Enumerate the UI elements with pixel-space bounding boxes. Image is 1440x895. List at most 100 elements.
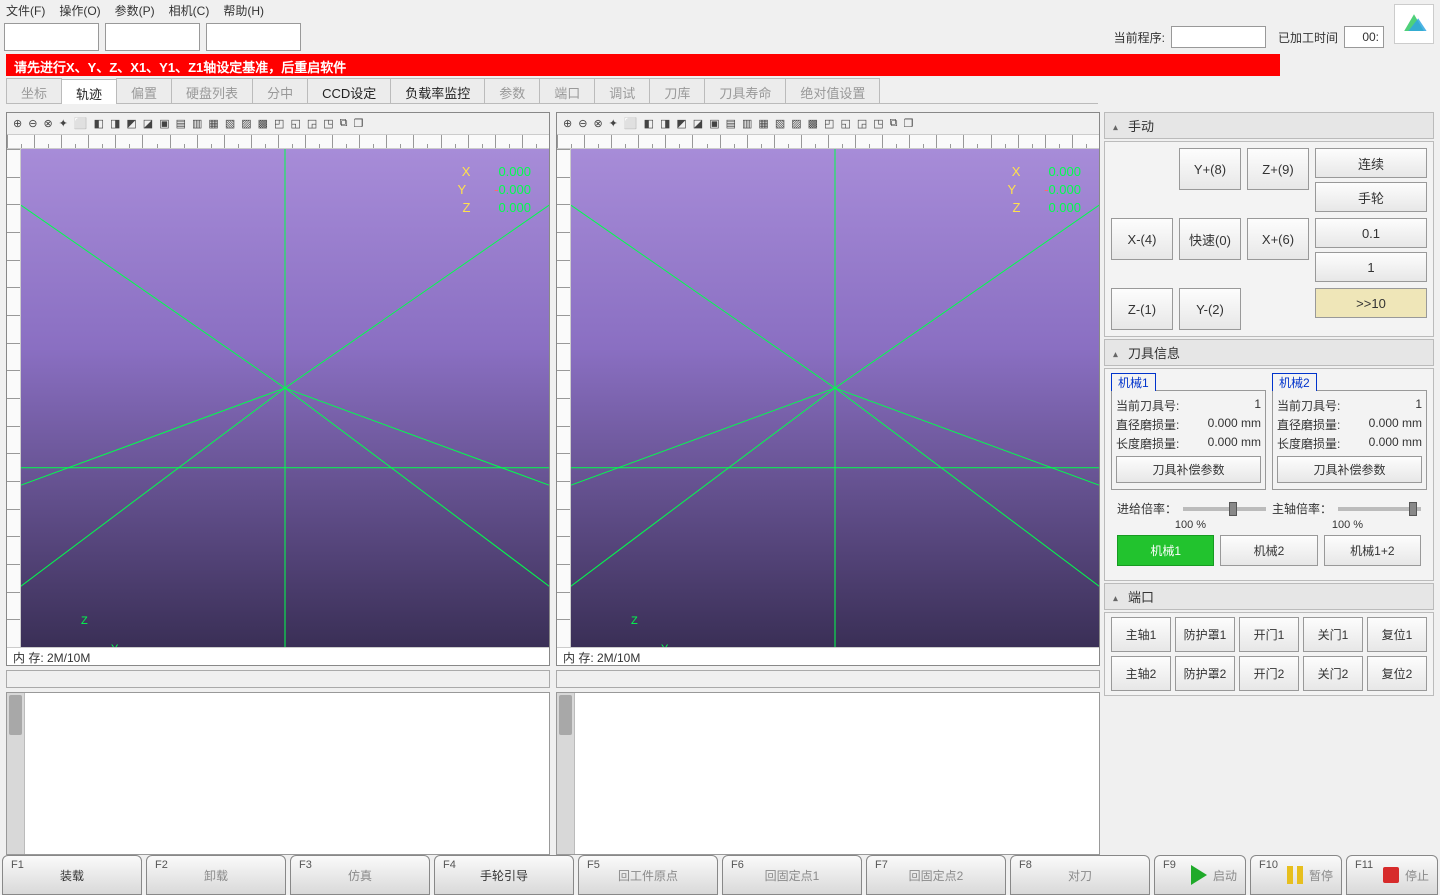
tab-load[interactable]: 负载率监控 — [390, 78, 485, 103]
viewport-1-toolbar[interactable]: ⊕⊖⊗✦⬜◧◨◩◪▣▤▥▦▧▨▩◰◱◲◳⧉❐ — [7, 113, 549, 135]
vp-tool-icon[interactable]: ◨ — [110, 117, 120, 130]
vp-tool-icon[interactable]: ❐ — [904, 117, 914, 130]
jog-step-1[interactable]: 1 — [1315, 252, 1427, 282]
jog-mode-handwheel[interactable]: 手轮 — [1315, 182, 1427, 212]
menu-help[interactable]: 帮助(H) — [223, 2, 264, 19]
fkey-f11-stop[interactable]: F11停止 — [1346, 855, 1438, 895]
machine-1-2-button[interactable]: 机械1+2 — [1324, 535, 1421, 566]
log-pane-1[interactable] — [6, 692, 550, 855]
fkey-f5-workorigin[interactable]: F5回工件原点 — [578, 855, 718, 895]
manual-panel-header[interactable]: 手动 — [1104, 112, 1434, 139]
scrollbar[interactable] — [7, 693, 25, 854]
fkey-f10-pause[interactable]: F10暂停 — [1250, 855, 1342, 895]
jog-mode-continuous[interactable]: 连续 — [1315, 148, 1427, 178]
port-spindle-1[interactable]: 主轴1 — [1111, 617, 1171, 652]
fkey-f6-fixed1[interactable]: F6回固定点1 — [722, 855, 862, 895]
vp-tool-icon[interactable]: ◧ — [94, 117, 104, 130]
jog-x-plus[interactable]: X+(6) — [1247, 218, 1309, 260]
fkey-f2-unload[interactable]: F2卸载 — [146, 855, 286, 895]
machine-2-button[interactable]: 机械2 — [1220, 535, 1317, 566]
jog-y-plus[interactable]: Y+(8) — [1179, 148, 1241, 190]
vp-tool-icon[interactable]: ◱ — [290, 117, 300, 130]
tab-disk[interactable]: 硬盘列表 — [171, 78, 253, 103]
scrollbar[interactable] — [557, 693, 575, 854]
vp-tool-icon[interactable]: ◩ — [126, 117, 136, 130]
tab-port[interactable]: 端口 — [539, 78, 595, 103]
jog-rapid[interactable]: 快速(0) — [1179, 218, 1241, 260]
port-spindle-2[interactable]: 主轴2 — [1111, 656, 1171, 691]
vp-tool-icon[interactable]: ⧉ — [340, 117, 348, 130]
port-guard-1[interactable]: 防护罩1 — [1175, 617, 1235, 652]
vp-tool-icon[interactable]: ✦ — [59, 117, 68, 130]
fkey-f3-sim[interactable]: F3仿真 — [290, 855, 430, 895]
viewport-2-canvas[interactable]: X0.000 Y-0.000 Z0.000 — [571, 149, 1099, 647]
fkey-f4-handwheel[interactable]: F4手轮引导 — [434, 855, 574, 895]
vp-tool-icon[interactable]: ⧉ — [890, 117, 898, 130]
vp-tool-icon[interactable]: ▦ — [208, 117, 218, 130]
port-close-1[interactable]: 关门1 — [1303, 617, 1363, 652]
port-open-1[interactable]: 开门1 — [1239, 617, 1299, 652]
top-input-1[interactable] — [4, 23, 99, 51]
vp-tool-icon[interactable]: ◩ — [676, 117, 686, 130]
vp-tool-icon[interactable]: ▤ — [726, 117, 736, 130]
tab-center[interactable]: 分中 — [252, 78, 308, 103]
vp-tool-icon[interactable]: ▨ — [241, 117, 251, 130]
vp-tool-icon[interactable]: ⊗ — [43, 117, 52, 130]
port-guard-2[interactable]: 防护罩2 — [1175, 656, 1235, 691]
fkey-f1-load[interactable]: F1装载 — [2, 855, 142, 895]
fkey-f8-toolset[interactable]: F8对刀 — [1010, 855, 1150, 895]
top-input-2[interactable] — [105, 23, 200, 51]
jog-x-minus[interactable]: X-(4) — [1111, 218, 1173, 260]
toolinfo-panel-header[interactable]: 刀具信息 — [1104, 339, 1434, 366]
tool-comp-params-2[interactable]: 刀具补偿参数 — [1277, 456, 1422, 483]
vp-tool-icon[interactable]: ▣ — [159, 117, 169, 130]
jog-step-10[interactable]: >>10 — [1315, 288, 1427, 318]
vp-tool-icon[interactable]: ⬜ — [74, 117, 88, 130]
vp-tool-icon[interactable]: ◲ — [857, 117, 867, 130]
fkey-f7-fixed2[interactable]: F7回固定点2 — [866, 855, 1006, 895]
port-reset-1[interactable]: 复位1 — [1367, 617, 1427, 652]
viewport-2-toolbar[interactable]: ⊕⊖⊗✦⬜◧◨◩◪▣▤▥▦▧▨▩◰◱◲◳⧉❐ — [557, 113, 1099, 135]
port-open-2[interactable]: 开门2 — [1239, 656, 1299, 691]
vp-tool-icon[interactable]: ◳ — [873, 117, 883, 130]
jog-z-minus[interactable]: Z-(1) — [1111, 288, 1173, 330]
vp-tool-icon[interactable]: ◰ — [274, 117, 284, 130]
tab-trajectory[interactable]: 轨迹 — [61, 79, 117, 104]
menu-params[interactable]: 参数(P) — [115, 2, 155, 19]
tab-debug[interactable]: 调试 — [594, 78, 650, 103]
viewport-1-canvas[interactable]: X0.000 Y-0.000 Z0.000 — [21, 149, 549, 647]
spindle-rate-slider[interactable] — [1338, 507, 1421, 511]
vp-tool-icon[interactable]: ▦ — [758, 117, 768, 130]
vp-tool-icon[interactable]: ⊕ — [563, 117, 572, 130]
log-pane-2[interactable] — [556, 692, 1100, 855]
tab-toollib[interactable]: 刀库 — [649, 78, 705, 103]
vp-tool-icon[interactable]: ◳ — [323, 117, 333, 130]
jog-step-0-1[interactable]: 0.1 — [1315, 218, 1427, 248]
vp-tool-icon[interactable]: ▥ — [192, 117, 202, 130]
top-input-3[interactable] — [206, 23, 301, 51]
menu-camera[interactable]: 相机(C) — [169, 2, 210, 19]
tab-param[interactable]: 参数 — [484, 78, 540, 103]
jog-y-minus[interactable]: Y-(2) — [1179, 288, 1241, 330]
tab-coord[interactable]: 坐标 — [6, 78, 62, 103]
vp-tool-icon[interactable]: ◰ — [824, 117, 834, 130]
vp-tool-icon[interactable]: ▩ — [808, 117, 818, 130]
vp-tool-icon[interactable]: ▥ — [742, 117, 752, 130]
vp-tool-icon[interactable]: ◪ — [143, 117, 153, 130]
vp-tool-icon[interactable]: ⊖ — [28, 117, 37, 130]
vp-tool-icon[interactable]: ⊖ — [578, 117, 587, 130]
vp-tool-icon[interactable]: ◲ — [307, 117, 317, 130]
vp-tool-icon[interactable]: ⊕ — [13, 117, 22, 130]
jog-z-plus[interactable]: Z+(9) — [1247, 148, 1309, 190]
vp-tool-icon[interactable]: ▧ — [775, 117, 785, 130]
vp-tool-icon[interactable]: ❐ — [354, 117, 364, 130]
vp-tool-icon[interactable]: ▣ — [709, 117, 719, 130]
feed-rate-slider[interactable] — [1183, 507, 1266, 511]
port-reset-2[interactable]: 复位2 — [1367, 656, 1427, 691]
vp-tool-icon[interactable]: ⊗ — [593, 117, 602, 130]
vp-tool-icon[interactable]: ◧ — [644, 117, 654, 130]
menu-file[interactable]: 文件(F) — [6, 2, 45, 19]
vp-tool-icon[interactable]: ▤ — [176, 117, 186, 130]
tool-comp-params-1[interactable]: 刀具补偿参数 — [1116, 456, 1261, 483]
fkey-f9-start[interactable]: F9启动 — [1154, 855, 1246, 895]
